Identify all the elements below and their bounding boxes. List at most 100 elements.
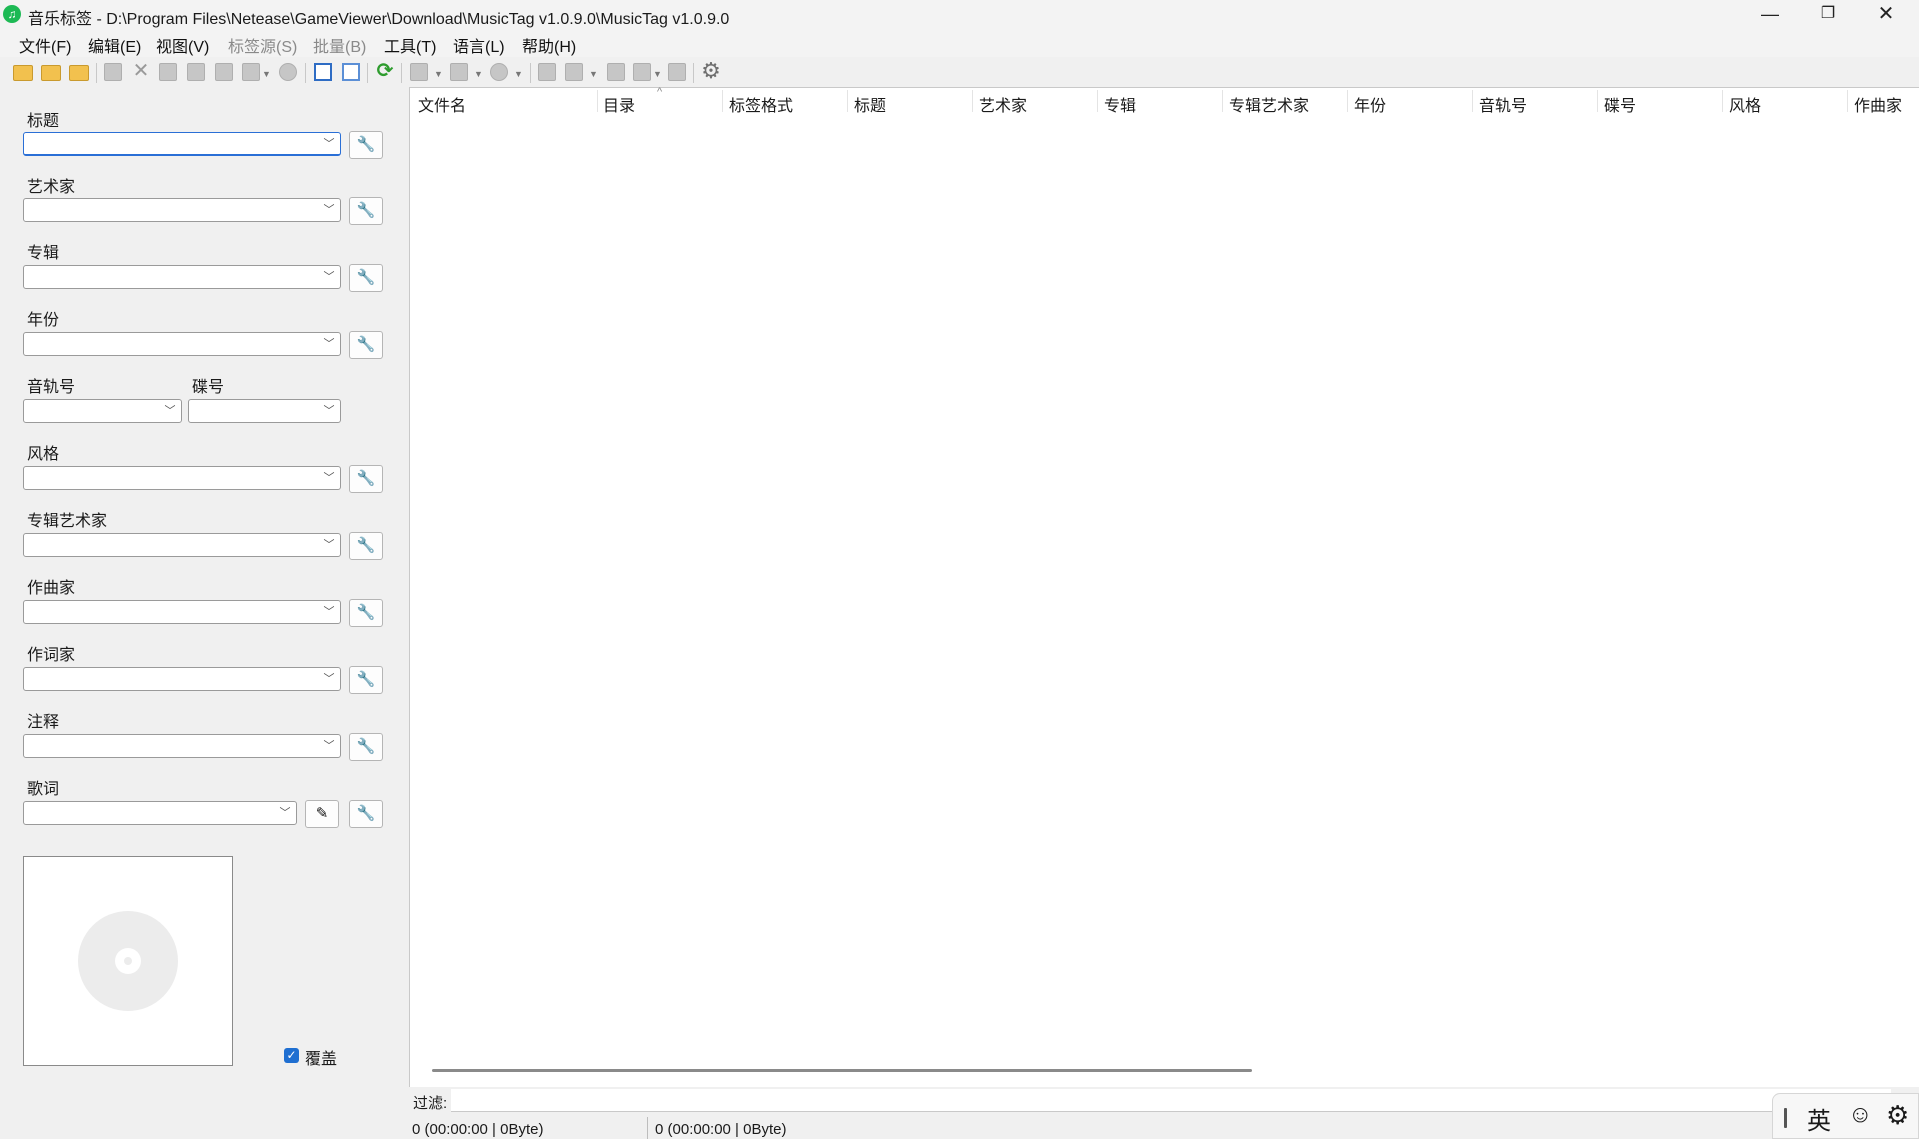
- column-artist[interactable]: 艺术家: [979, 92, 1027, 116]
- chevron-down-icon[interactable]: ▼: [434, 63, 443, 83]
- lyricist-combo[interactable]: ﹀: [23, 667, 341, 691]
- menu-batch[interactable]: 批量(B): [313, 33, 366, 57]
- column-divider[interactable]: [722, 90, 723, 112]
- chevron-down-icon[interactable]: ﹀: [322, 199, 336, 221]
- track-combo[interactable]: ﹀: [23, 399, 182, 423]
- album-artist-wrench-button[interactable]: 🔧: [349, 532, 383, 560]
- restore-button[interactable]: ❐: [1799, 0, 1857, 29]
- column-year[interactable]: 年份: [1354, 92, 1386, 116]
- artist-combo[interactable]: ﹀: [23, 198, 341, 222]
- column-tag-format[interactable]: 标签格式: [729, 92, 793, 116]
- tag-tool-icon[interactable]: [215, 63, 233, 81]
- tools-icon[interactable]: [538, 63, 556, 81]
- convert-icon[interactable]: [668, 63, 686, 81]
- list-grid-icon[interactable]: [342, 63, 360, 81]
- chevron-down-icon[interactable]: ﹀: [322, 534, 336, 556]
- gear-icon[interactable]: ⚙: [1886, 1100, 1909, 1131]
- column-divider[interactable]: [597, 90, 598, 112]
- title-wrench-button[interactable]: 🔧: [349, 131, 383, 159]
- lyrics-wrench-button[interactable]: 🔧: [349, 800, 383, 828]
- menu-file[interactable]: 文件(F): [19, 33, 71, 57]
- menu-tools[interactable]: 工具(T): [384, 33, 436, 57]
- filter-tool-icon[interactable]: [242, 63, 260, 81]
- menu-language[interactable]: 语言(L): [453, 33, 505, 57]
- filter-icon[interactable]: [633, 63, 651, 81]
- add-folder-icon[interactable]: [41, 65, 61, 81]
- title-combo[interactable]: ﹀: [23, 132, 341, 156]
- comment-wrench-button[interactable]: 🔧: [349, 733, 383, 761]
- column-album-artist[interactable]: 专辑艺术家: [1229, 92, 1309, 116]
- settings-icon[interactable]: ⚙: [701, 60, 721, 82]
- copy-icon[interactable]: [565, 63, 583, 81]
- file-list[interactable]: 文件名 目录 ^ 标签格式 标题 艺术家 专辑 专辑艺术家 年份 音轨号 碟号 …: [409, 86, 1919, 1088]
- chevron-down-icon[interactable]: ﹀: [322, 400, 336, 422]
- album-combo[interactable]: ﹀: [23, 265, 341, 289]
- horizontal-scrollbar[interactable]: [432, 1069, 1252, 1072]
- column-track[interactable]: 音轨号: [1479, 92, 1527, 116]
- overwrite-checkbox[interactable]: ✓: [284, 1048, 299, 1063]
- composer-wrench-button[interactable]: 🔧: [349, 599, 383, 627]
- chevron-down-icon[interactable]: ﹀: [322, 601, 336, 623]
- chevron-down-icon[interactable]: ﹀: [278, 802, 292, 824]
- column-divider[interactable]: [1722, 90, 1723, 112]
- column-album[interactable]: 专辑: [1104, 92, 1136, 116]
- table-export-icon[interactable]: [450, 63, 468, 81]
- genre-wrench-button[interactable]: 🔧: [349, 465, 383, 493]
- ime-language-toggle[interactable]: 英: [1807, 1101, 1831, 1136]
- album-art[interactable]: [23, 856, 233, 1066]
- overwrite-label[interactable]: 覆盖: [305, 1045, 337, 1069]
- column-disc[interactable]: 碟号: [1604, 92, 1636, 116]
- column-divider[interactable]: [1222, 90, 1223, 112]
- history-icon[interactable]: [279, 63, 297, 81]
- undo-icon[interactable]: [159, 63, 177, 81]
- ime-drag-handle[interactable]: [1784, 1108, 1787, 1128]
- open-subfolder-icon[interactable]: [69, 65, 89, 81]
- filter-input[interactable]: [451, 1089, 1891, 1112]
- year-combo[interactable]: ﹀: [23, 332, 341, 356]
- emoji-icon[interactable]: ☺: [1848, 1101, 1873, 1129]
- delete-icon[interactable]: ✕: [131, 61, 151, 81]
- menu-view[interactable]: 视图(V): [156, 33, 209, 57]
- column-divider[interactable]: [1847, 90, 1848, 112]
- close-button[interactable]: ✕: [1857, 0, 1915, 29]
- chevron-down-icon[interactable]: ﹀: [322, 266, 336, 288]
- chevron-down-icon[interactable]: ▼: [653, 63, 662, 83]
- chevron-down-icon[interactable]: ﹀: [322, 133, 336, 155]
- column-composer[interactable]: 作曲家: [1854, 92, 1902, 116]
- album-artist-combo[interactable]: ﹀: [23, 533, 341, 557]
- menu-edit[interactable]: 编辑(E): [88, 33, 141, 57]
- chevron-down-icon[interactable]: ﹀: [322, 333, 336, 355]
- column-divider[interactable]: [1097, 90, 1098, 112]
- minimize-button[interactable]: —: [1741, 0, 1799, 29]
- chevron-down-icon[interactable]: ▼: [474, 63, 483, 83]
- column-directory[interactable]: 目录: [603, 92, 635, 116]
- lyrics-combo[interactable]: ﹀: [23, 801, 297, 825]
- composer-combo[interactable]: ﹀: [23, 600, 341, 624]
- album-wrench-button[interactable]: 🔧: [349, 264, 383, 292]
- year-wrench-button[interactable]: 🔧: [349, 331, 383, 359]
- menu-tag-source[interactable]: 标签源(S): [228, 33, 297, 57]
- chevron-down-icon[interactable]: ▼: [262, 63, 271, 83]
- column-title[interactable]: 标题: [854, 92, 886, 116]
- chevron-down-icon[interactable]: ﹀: [322, 735, 336, 757]
- refresh-icon[interactable]: ⟳: [375, 61, 395, 81]
- column-genre[interactable]: 风格: [1729, 92, 1761, 116]
- lyrics-edit-button[interactable]: ✎: [305, 800, 339, 828]
- comment-combo[interactable]: ﹀: [23, 734, 341, 758]
- chevron-down-icon[interactable]: ▼: [589, 63, 598, 83]
- genre-combo[interactable]: ﹀: [23, 466, 341, 490]
- book-icon[interactable]: [187, 63, 205, 81]
- column-divider[interactable]: [1472, 90, 1473, 112]
- grid-view-icon[interactable]: [314, 63, 332, 81]
- column-filename[interactable]: 文件名: [418, 92, 466, 116]
- lyricist-wrench-button[interactable]: 🔧: [349, 666, 383, 694]
- chevron-down-icon[interactable]: ▼: [514, 63, 523, 83]
- column-divider[interactable]: [1347, 90, 1348, 112]
- open-folder-icon[interactable]: [13, 65, 33, 81]
- chevron-down-icon[interactable]: ﹀: [163, 400, 177, 422]
- menu-help[interactable]: 帮助(H): [522, 33, 576, 57]
- save-icon[interactable]: [104, 63, 122, 81]
- column-divider[interactable]: [1597, 90, 1598, 112]
- chevron-down-icon[interactable]: ﹀: [322, 668, 336, 690]
- chevron-down-icon[interactable]: ﹀: [322, 467, 336, 489]
